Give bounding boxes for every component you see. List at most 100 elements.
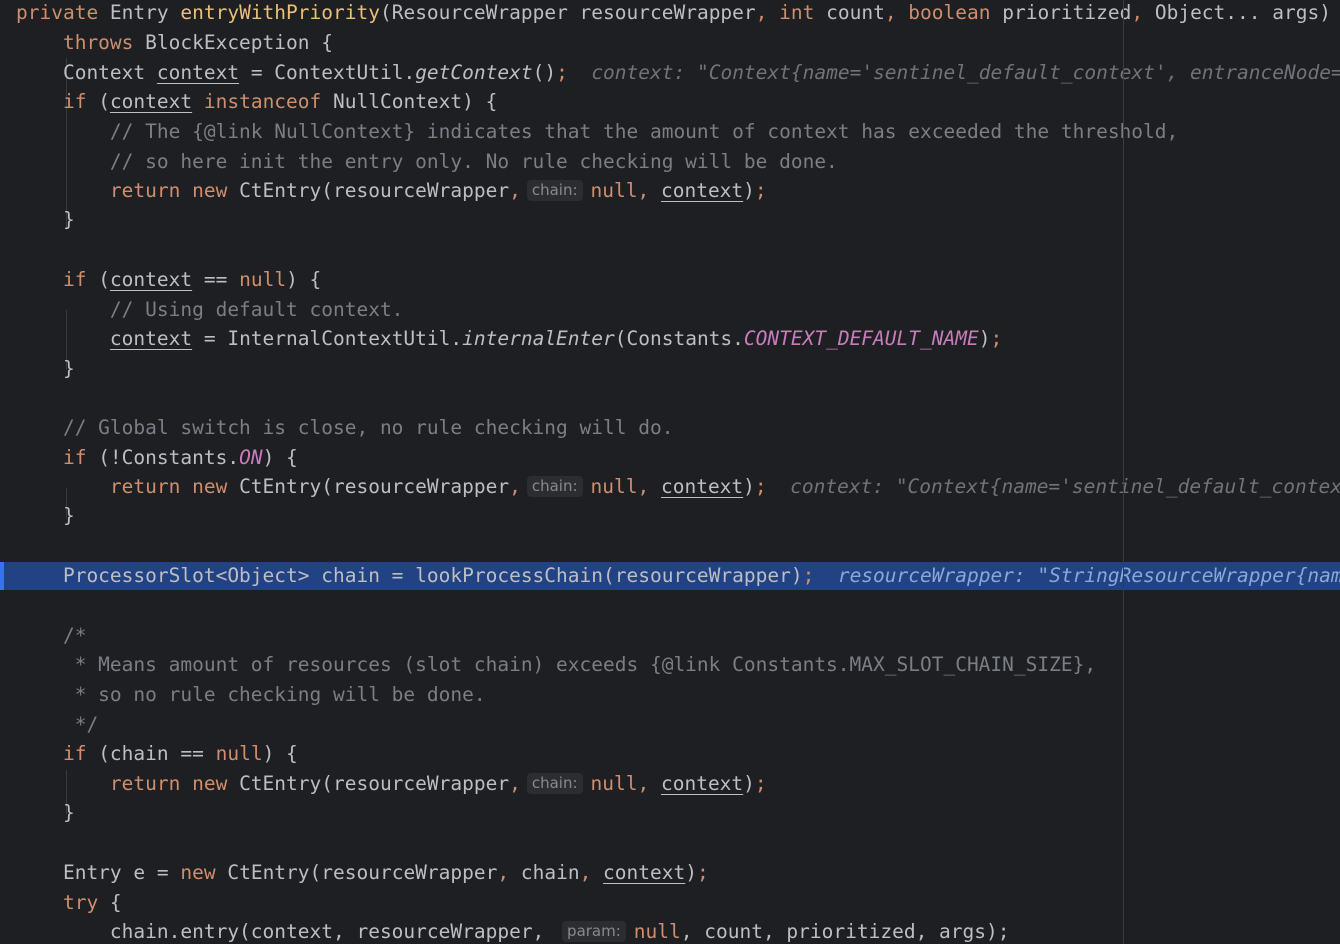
code-line[interactable]: return new CtEntry(resourceWrapper, chain… (0, 769, 1340, 799)
code-line[interactable]: Entry e = new CtEntry(resourceWrapper, c… (0, 858, 1340, 888)
code-line[interactable]: /* (0, 621, 1340, 651)
keyword-token: if (16, 268, 99, 291)
keyword-token: return new (16, 772, 240, 795)
code-comment: * so no rule checking will be done. (16, 683, 486, 706)
code-token: CONTEXT_DEFAULT_NAME (743, 327, 979, 350)
code-line[interactable]: if (chain == null) { (0, 739, 1340, 769)
keyword-token: null (590, 772, 638, 795)
code-line[interactable]: // Global switch is close, no rule check… (0, 413, 1340, 443)
keyword-token: return new (16, 475, 240, 498)
keyword-token: null (215, 742, 263, 765)
keyword-token: null (633, 920, 681, 943)
code-token: prioritized (1002, 1, 1132, 24)
keyword-token: new (180, 861, 228, 884)
code-token: CtEntry(resourceWrapper (227, 861, 498, 884)
keyword-token: private (16, 1, 110, 24)
code-line[interactable]: return new CtEntry(resourceWrapper, chain… (0, 472, 1340, 502)
code-token: ; (556, 61, 592, 84)
code-token: ; (754, 179, 767, 202)
code-token: context (660, 179, 744, 202)
keyword-token: instanceof (192, 90, 334, 113)
code-token: Context (16, 61, 157, 84)
code-line[interactable]: if (context instanceof NullContext) { (0, 87, 1340, 117)
code-line[interactable]: } (0, 501, 1340, 531)
keyword-token: if (16, 446, 99, 469)
code-line[interactable]: throws BlockException { (0, 28, 1340, 58)
code-comment: /* (16, 624, 87, 647)
code-token: } (16, 357, 75, 380)
code-line[interactable]: Context context = ContextUtil.getContext… (0, 58, 1340, 88)
parameter-hint: param: (562, 921, 626, 942)
debug-inline-value: resourceWrapper: "StringResourceWrapper{… (837, 564, 1340, 587)
code-token: ProcessorSlot<Object> chain = lookProces… (16, 564, 803, 587)
code-token: , (755, 1, 780, 24)
code-token: CtEntry(resourceWrapper (239, 179, 510, 202)
right-margin-guide (1123, 0, 1124, 944)
code-token: , (637, 772, 661, 795)
code-token: chain.entry(context, resourceWrapper, (16, 920, 557, 943)
code-token: } (16, 801, 75, 824)
code-token: context (109, 268, 193, 291)
code-token: count (826, 1, 885, 24)
code-line[interactable]: context = InternalContextUtil.internalEn… (0, 324, 1340, 354)
code-token: ) (685, 861, 697, 884)
keyword-token: int (779, 1, 827, 24)
code-token: } (16, 208, 75, 231)
code-line[interactable]: } (0, 354, 1340, 384)
code-line[interactable]: return new CtEntry(resourceWrapper, chain… (0, 176, 1340, 206)
code-token: getContext (415, 61, 533, 84)
code-token: ) { (286, 268, 322, 291)
code-line[interactable]: try { (0, 888, 1340, 918)
parameter-hint: chain: (526, 180, 583, 201)
keyword-token: if (16, 742, 99, 765)
code-token: , (509, 772, 521, 795)
keyword-token: throws (16, 31, 146, 54)
code-comment: // Global switch is close, no rule check… (16, 416, 674, 439)
code-line[interactable]: if (context == null) { (0, 265, 1340, 295)
code-line[interactable]: // Using default context. (0, 295, 1340, 325)
code-token: == (192, 268, 240, 291)
code-line[interactable]: if (!Constants.ON) { (0, 443, 1340, 473)
code-token: CtEntry(resourceWrapper (239, 772, 510, 795)
code-line[interactable]: chain.entry(context, resourceWrapper, pa… (0, 917, 1340, 944)
code-token: ; (802, 564, 838, 587)
code-token: context (109, 90, 193, 113)
code-line[interactable]: */ (0, 710, 1340, 740)
code-line[interactable]: private Entry entryWithPriority(Resource… (0, 0, 1340, 28)
code-line[interactable]: * Means amount of resources (slot chain)… (0, 650, 1340, 680)
execution-point-line[interactable]: ProcessorSlot<Object> chain = lookProces… (0, 562, 1340, 590)
debug-inline-value: context: "Context{name='sentinel_default… (790, 475, 1340, 498)
code-editor[interactable]: private Entry entryWithPriority(Resource… (0, 0, 1340, 944)
code-token: (ResourceWrapper resourceWrapper (379, 1, 756, 24)
code-token: ) (743, 772, 755, 795)
code-token: , (1131, 1, 1155, 24)
keyword-token: if (16, 90, 99, 113)
code-token: BlockException { (145, 31, 333, 54)
parameter-hint: chain: (526, 773, 583, 794)
code-token: entryWithPriority (180, 1, 380, 24)
code-token: chain (520, 861, 580, 884)
code-line[interactable]: * so no rule checking will be done. (0, 680, 1340, 710)
code-comment: */ (16, 713, 99, 736)
code-token: ; (754, 772, 767, 795)
code-token: context (109, 327, 193, 350)
code-token: ; (990, 327, 1003, 350)
code-token: Entry (109, 1, 181, 24)
code-token: ) { (262, 742, 298, 765)
code-token: Entry e = (16, 861, 181, 884)
code-token: , (884, 1, 909, 24)
keyword-token: null (239, 268, 287, 291)
code-line[interactable]: // The {@link NullContext} indicates tha… (0, 117, 1340, 147)
code-token: NullContext) { (333, 90, 498, 113)
code-token: ( (98, 268, 110, 291)
code-line[interactable]: } (0, 798, 1340, 828)
keyword-token: try (16, 891, 110, 914)
code-token: { (109, 891, 122, 914)
code-token: , (637, 179, 661, 202)
code-line[interactable]: } (0, 205, 1340, 235)
code-line[interactable]: // so here init the entry only. No rule … (0, 147, 1340, 177)
code-token: context (660, 475, 744, 498)
code-token: = InternalContextUtil. (192, 327, 463, 350)
code-comment: * Means amount of resources (slot chain)… (16, 653, 1097, 676)
